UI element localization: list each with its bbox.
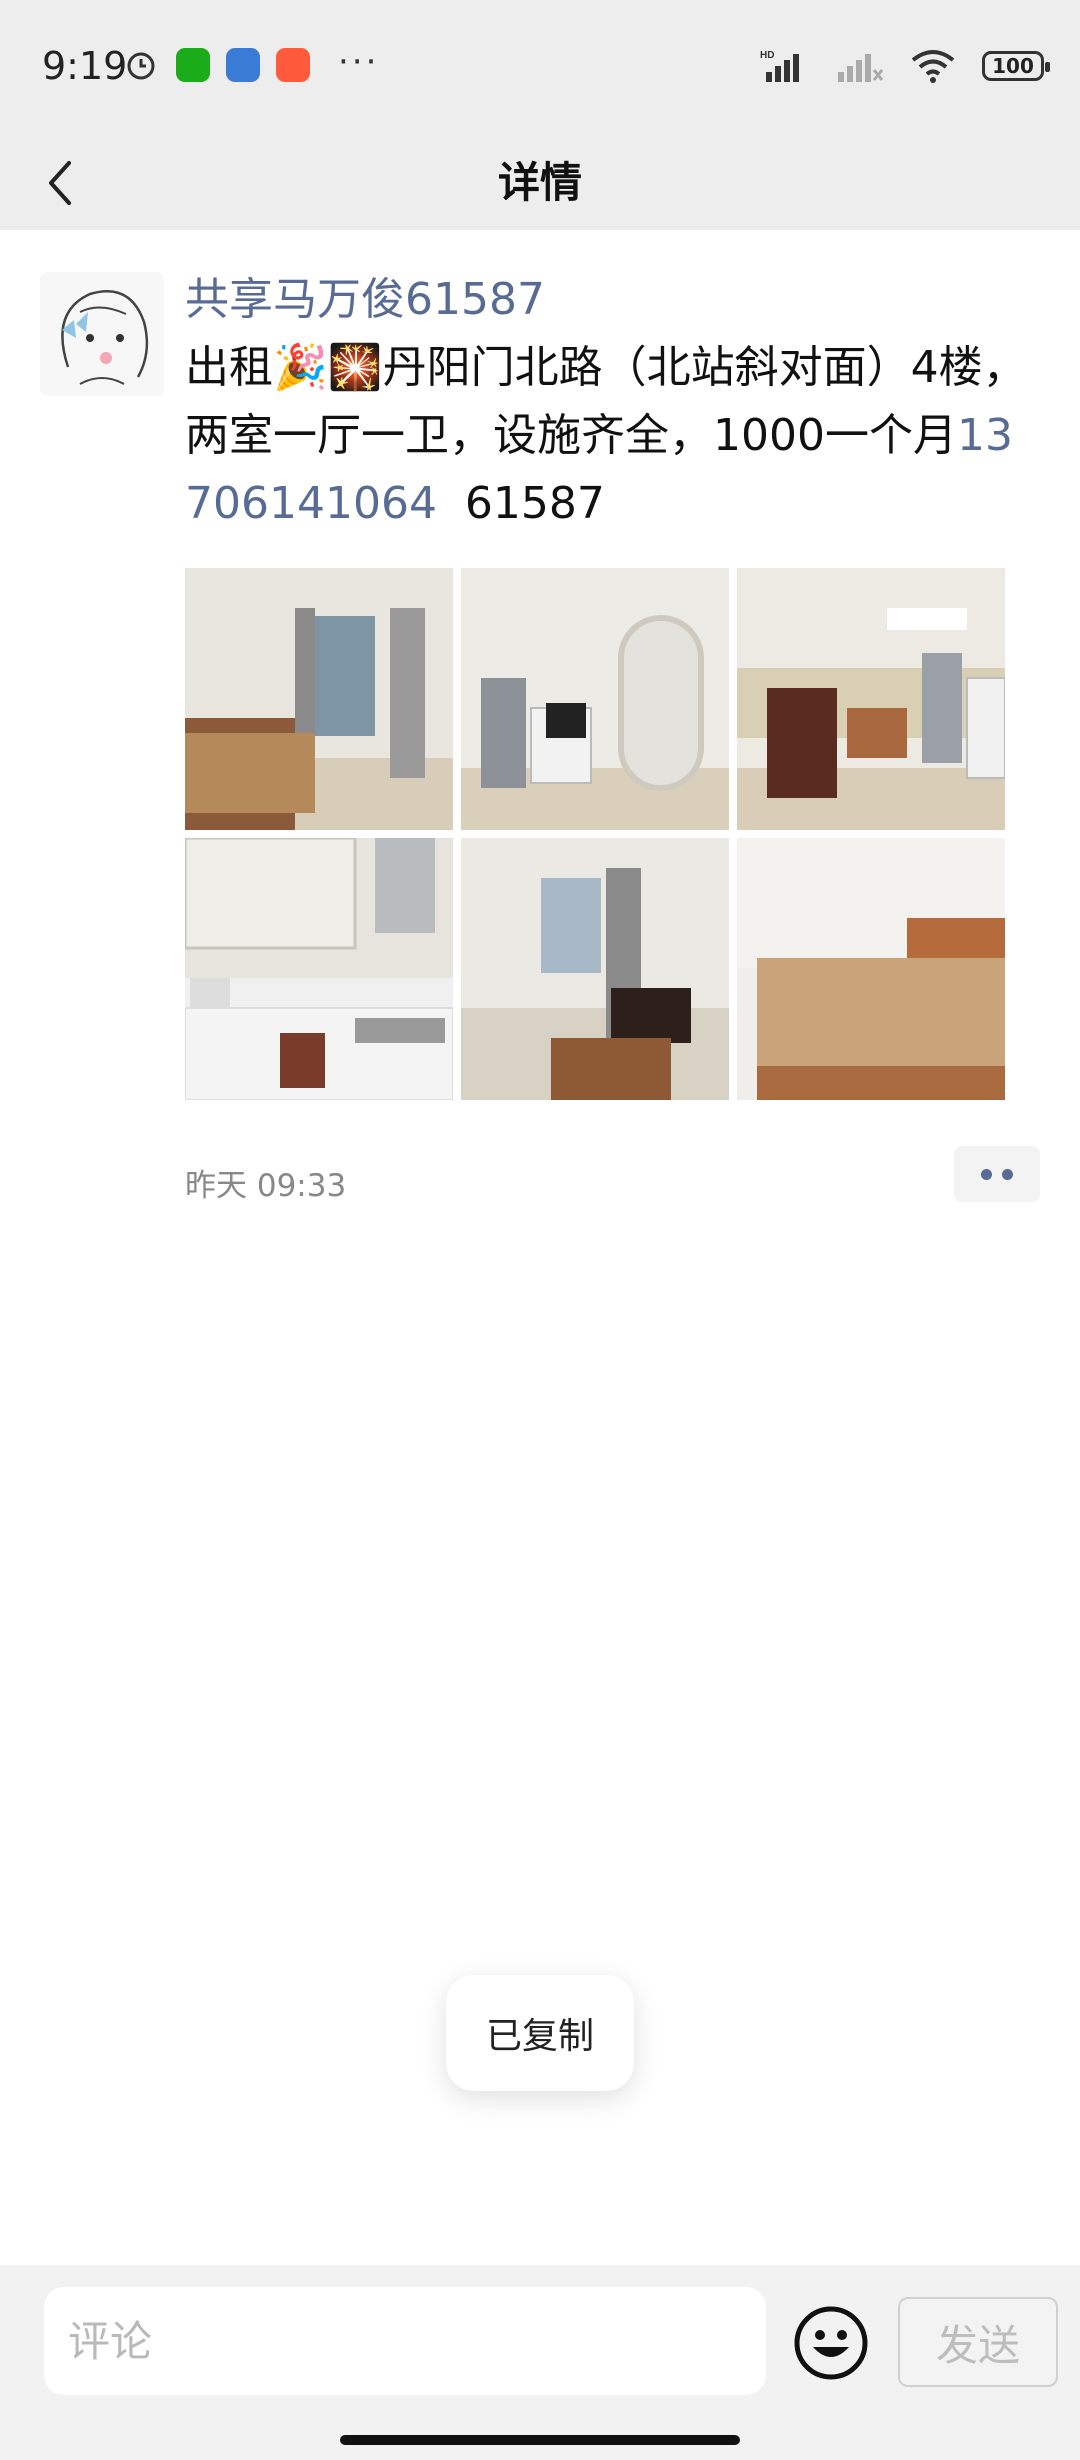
app-3s-icon bbox=[226, 48, 260, 82]
more-notifications-icon: ··· bbox=[338, 42, 380, 82]
send-button[interactable]: 发送 bbox=[898, 2297, 1058, 2387]
dot-icon bbox=[981, 1168, 992, 1180]
alarm-icon bbox=[127, 52, 155, 80]
status-time: 9:19 bbox=[42, 44, 128, 88]
photo-grid bbox=[185, 568, 1040, 1100]
battery-icon: 100 bbox=[982, 51, 1050, 81]
wechat-icon bbox=[176, 48, 210, 82]
photo-thumbnail[interactable] bbox=[185, 838, 453, 1100]
copied-toast: 已复制 bbox=[446, 1975, 634, 2091]
nav-bar: 详情 bbox=[0, 135, 1080, 230]
app-orange-icon bbox=[276, 48, 310, 82]
photo-thumbnail[interactable] bbox=[737, 568, 1005, 830]
avatar[interactable] bbox=[40, 272, 164, 396]
signal-icon: HD bbox=[760, 50, 799, 82]
comment-input[interactable] bbox=[44, 2287, 766, 2395]
post-text-body: 出租🎉🎇丹阳门北路（北站斜对面）4楼，两室一厅一卫，设施齐全，1000一个月 bbox=[185, 342, 1027, 461]
photo-thumbnail[interactable] bbox=[185, 568, 453, 830]
dot-icon bbox=[1002, 1168, 1013, 1180]
emoji-icon[interactable] bbox=[793, 2305, 869, 2381]
wifi-icon bbox=[911, 50, 955, 83]
comment-bar: 发送 bbox=[0, 2265, 1080, 2460]
battery-level: 100 bbox=[992, 54, 1034, 78]
hd-label: HD bbox=[760, 50, 774, 61]
post-text-suffix: 61587 bbox=[436, 478, 605, 529]
avatar-illustration bbox=[40, 272, 164, 396]
post-timestamp: 昨天 09:33 bbox=[185, 1168, 347, 1204]
status-bar: 9:19 ··· HD 100 bbox=[0, 0, 1080, 135]
post-actions-button[interactable] bbox=[954, 1146, 1040, 1202]
post-meta: 昨天 09:33 bbox=[185, 1140, 1040, 1210]
post-text: 出租🎉🎇丹阳门北路（北站斜对面）4楼，两室一厅一卫，设施齐全，1000一个月13… bbox=[185, 334, 1040, 538]
home-indicator bbox=[340, 2435, 740, 2445]
photo-thumbnail[interactable] bbox=[737, 838, 1005, 1100]
photo-thumbnail[interactable] bbox=[461, 568, 729, 830]
photo-thumbnail[interactable] bbox=[461, 838, 729, 1100]
post-author[interactable]: 共享马万俊61587 bbox=[185, 270, 1040, 330]
page-title: 详情 bbox=[497, 158, 582, 207]
signal-weak-icon bbox=[838, 54, 884, 82]
